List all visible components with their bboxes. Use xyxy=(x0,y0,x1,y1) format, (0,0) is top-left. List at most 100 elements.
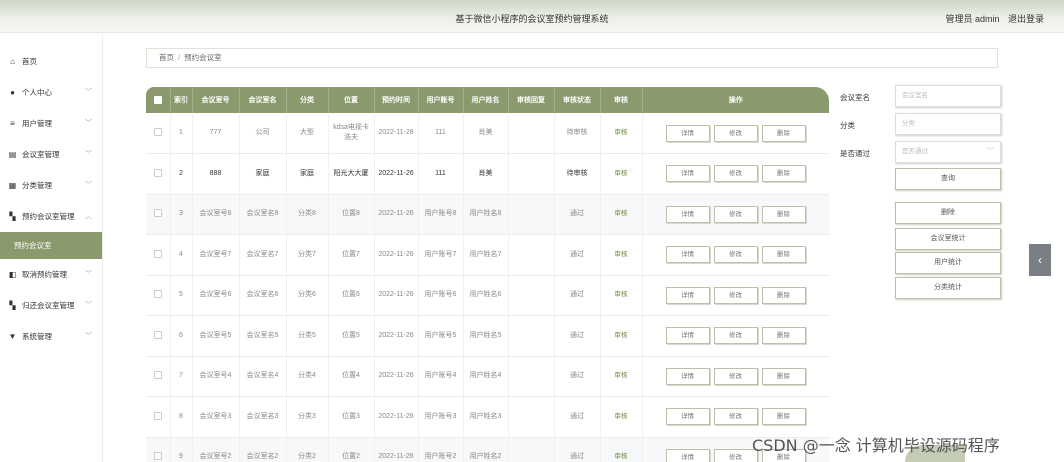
edit-button[interactable]: 修改 xyxy=(713,205,758,223)
delete-button[interactable]: 删除 xyxy=(761,327,806,345)
delete-button[interactable]: 删除 xyxy=(761,286,806,304)
detail-button[interactable]: 详情 xyxy=(665,246,710,264)
audit-link[interactable]: 审核 xyxy=(600,315,643,357)
admin-label: 管理员 admin xyxy=(945,14,1000,24)
detail-button[interactable]: 详情 xyxy=(665,327,710,345)
sidebar-item[interactable]: ▤ 会议室管理 ﹀ xyxy=(0,139,102,170)
select-all-checkbox[interactable] xyxy=(153,96,162,104)
sidebar-item[interactable]: ● 个人中心 ﹀ xyxy=(0,77,102,108)
cell-room-no: 888 xyxy=(192,153,240,195)
room-name-filter: 会议室名 会议室名 xyxy=(840,85,1005,113)
room-name-input[interactable]: 会议室名 xyxy=(895,85,1001,107)
delete-button[interactable]: 删除 xyxy=(761,165,806,183)
sidebar-item[interactable]: ▚ 预约会议室管理 ︿ xyxy=(0,201,102,232)
actions-cell: 详情 修改 删除 xyxy=(642,113,829,154)
category-filter: 分类 分类 xyxy=(840,113,1005,141)
audit-link[interactable]: 审核 xyxy=(600,275,643,316)
audit-link[interactable]: 审核 xyxy=(600,234,643,276)
cell-room-no: 会议室号5 xyxy=(192,315,240,357)
actions-cell: 详情 修改 删除 xyxy=(642,194,829,235)
detail-button[interactable]: 详情 xyxy=(665,124,710,142)
row-checkbox[interactable] xyxy=(153,249,162,258)
sidebar-item[interactable]: ▦ 分类管理 ﹀ xyxy=(0,170,102,201)
audit-link[interactable]: 审核 xyxy=(600,437,643,462)
delete-button[interactable]: 删除 xyxy=(761,124,806,142)
audit-link[interactable]: 审核 xyxy=(600,356,643,397)
user-icon: ● xyxy=(10,88,15,97)
sidebar-item[interactable]: ▼ 系统管理 ﹀ xyxy=(0,321,102,352)
row-checkbox[interactable] xyxy=(153,330,162,339)
cell-room-no: 会议室号8 xyxy=(192,194,240,235)
cell-idx: 6 xyxy=(170,315,193,357)
detail-button[interactable]: 详情 xyxy=(665,286,710,304)
row-checkbox[interactable] xyxy=(153,127,162,136)
shield-icon: ▼ xyxy=(8,332,17,341)
grid-icon: ▚ xyxy=(9,301,16,310)
cell-idx: 3 xyxy=(170,194,193,235)
edit-button[interactable]: 修改 xyxy=(713,124,758,142)
row-checkbox[interactable] xyxy=(153,371,162,380)
cell-idx: 7 xyxy=(170,356,193,397)
detail-button[interactable]: 详情 xyxy=(665,367,710,385)
edit-button[interactable]: 修改 xyxy=(713,367,758,385)
edit-button[interactable]: 修改 xyxy=(713,448,758,462)
detail-button[interactable]: 详情 xyxy=(665,408,710,426)
sidebar-item-label: 会议室管理 xyxy=(22,150,60,159)
delete-button[interactable]: 删除 xyxy=(761,246,806,264)
user-stats-button[interactable]: 用户统计 xyxy=(895,252,1001,274)
sidebar-item[interactable]: ≡ 用户管理 ﹀ xyxy=(0,108,102,139)
sidebar-item[interactable]: ▚ 归还会议室管理 ﹀ xyxy=(0,290,102,321)
edit-button[interactable]: 修改 xyxy=(713,165,758,183)
query-button[interactable]: 查询 xyxy=(895,168,1001,190)
column-header: 会议室名 xyxy=(239,87,287,113)
delete-button[interactable]: 删除 xyxy=(761,205,806,223)
batch-delete-button[interactable]: 删除 xyxy=(895,202,1001,224)
detail-button[interactable]: 详情 xyxy=(665,448,710,462)
logout-link[interactable]: 退出登录 xyxy=(1008,14,1044,24)
chevron-left-icon: ‹ xyxy=(1038,253,1042,267)
sidebar-subitem-active[interactable]: 预约会议室 xyxy=(0,232,102,259)
edit-button[interactable]: 修改 xyxy=(713,246,758,264)
audit-link[interactable]: 审核 xyxy=(600,153,643,195)
top-bar: 基于微信小程序的会议室预约管理系统 管理员 admin 退出登录 xyxy=(0,0,1064,33)
delete-button[interactable]: 删除 xyxy=(761,367,806,385)
sidebar-item[interactable]: ⌂ 首页 xyxy=(0,46,102,77)
cell-user-name: 用户姓名2 xyxy=(463,437,509,462)
edit-button[interactable]: 修改 xyxy=(713,408,758,426)
collapse-panel-button[interactable]: ‹ xyxy=(1029,244,1051,276)
column-header: 审核 xyxy=(600,87,643,113)
delete-button[interactable]: 删除 xyxy=(761,408,806,426)
detail-button[interactable]: 详情 xyxy=(665,165,710,183)
detail-button[interactable]: 详情 xyxy=(665,205,710,223)
row-select-cell xyxy=(146,275,171,316)
cell-category: 大型 xyxy=(286,113,329,154)
edit-button[interactable]: 修改 xyxy=(713,286,758,304)
row-checkbox[interactable] xyxy=(153,411,162,420)
actions-cell: 详情 修改 删除 xyxy=(642,234,829,276)
row-checkbox[interactable] xyxy=(153,290,162,299)
room-stats-button[interactable]: 会议室统计 xyxy=(895,228,1001,250)
column-header: 位置 xyxy=(328,87,375,113)
approved-select[interactable]: 是否通过 ﹀ xyxy=(895,141,1001,163)
chevron-down-icon: ﹀ xyxy=(85,151,92,158)
cell-location: 位置5 xyxy=(328,315,375,357)
column-header: 分类 xyxy=(286,87,329,113)
cell-room-name: 会议室名2 xyxy=(239,437,287,462)
audit-link[interactable]: 审核 xyxy=(600,113,643,154)
cell-reply xyxy=(508,396,555,438)
audit-link[interactable]: 审核 xyxy=(600,396,643,438)
sidebar-item-label: 预约会议室管理 xyxy=(22,212,75,221)
category-input[interactable]: 分类 xyxy=(895,113,1001,135)
audit-link[interactable]: 审核 xyxy=(600,194,643,235)
category-stats-button[interactable]: 分类统计 xyxy=(895,277,1001,299)
edit-button[interactable]: 修改 xyxy=(713,327,758,345)
breadcrumb-home[interactable]: 首页 xyxy=(159,53,174,62)
booking-table-container: 索引 会议室号 会议室名 分类 位置 预约时间 用户账号 用户姓名 审核回复 审核状态 审核 操作 1… xyxy=(146,87,829,462)
chevron-down-icon: ﹀ xyxy=(85,333,92,340)
row-checkbox[interactable] xyxy=(153,168,162,177)
row-checkbox[interactable] xyxy=(153,452,162,461)
cell-reply xyxy=(508,315,555,357)
cell-reply xyxy=(508,356,555,397)
sidebar-item[interactable]: ◧ 取消预约管理 ﹀ xyxy=(0,259,102,290)
row-checkbox[interactable] xyxy=(153,209,162,218)
